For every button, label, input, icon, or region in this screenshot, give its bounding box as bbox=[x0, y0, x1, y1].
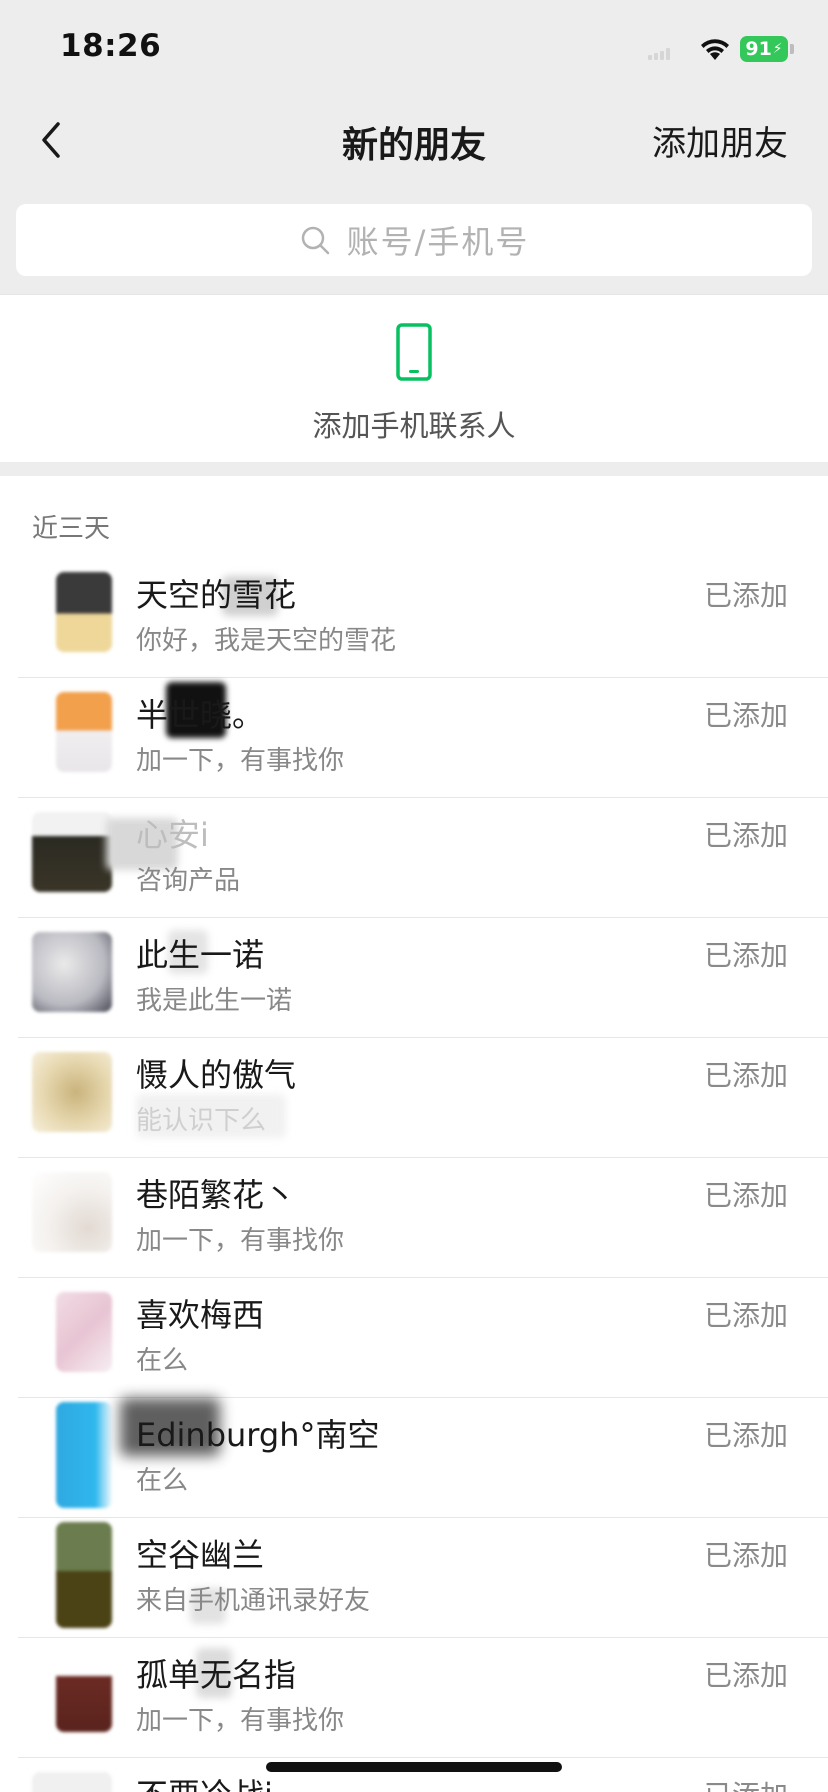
battery-cap bbox=[790, 44, 794, 54]
search-icon bbox=[301, 226, 329, 255]
request-status: 已添加 bbox=[703, 1059, 788, 1092]
request-status: 已添加 bbox=[703, 819, 788, 852]
search-input[interactable]: 账号/手机号 bbox=[16, 204, 812, 276]
avatar bbox=[56, 1652, 112, 1732]
avatar bbox=[32, 1172, 112, 1252]
avatar bbox=[56, 692, 112, 772]
avatar bbox=[32, 932, 112, 1012]
friend-request-row[interactable]: 慑人的傲气 能认识下么 已添加 bbox=[0, 1038, 828, 1158]
request-status: 已添加 bbox=[703, 1659, 788, 1692]
search-area: 账号/手机号 bbox=[0, 184, 828, 294]
request-message: 加一下，有事找你 bbox=[136, 1706, 345, 1736]
request-name: 心安i bbox=[136, 816, 209, 854]
battery-level: 91 bbox=[745, 38, 772, 60]
request-message: 来自手机通讯录好友 bbox=[136, 1586, 371, 1616]
request-status: 已添加 bbox=[703, 1539, 788, 1572]
status-bar: 18:26 91 ⚡ bbox=[0, 0, 828, 96]
friend-request-row[interactable]: Edinburgh°南空 在么 已添加 bbox=[0, 1398, 828, 1518]
request-message: 咨询产品 bbox=[136, 866, 241, 896]
request-status: 已添加 bbox=[704, 1774, 788, 1792]
request-message: 加一下，有事找你 bbox=[136, 1226, 345, 1256]
friend-request-row[interactable]: 半世晓。 加一下，有事找你 已添加 bbox=[0, 678, 828, 798]
request-message: 你好，我是天空的雪花 bbox=[136, 626, 397, 656]
request-name: 天空的雪花 bbox=[136, 576, 297, 614]
mobile-phone-icon bbox=[396, 323, 432, 381]
home-indicator[interactable] bbox=[266, 1762, 562, 1772]
request-status: 已添加 bbox=[703, 699, 788, 732]
section-header-recent: 近三天 bbox=[32, 514, 111, 544]
request-status: 已添加 bbox=[703, 579, 788, 612]
request-message: 加一下，有事找你 bbox=[136, 746, 345, 776]
friend-request-row[interactable]: 巷陌繁花丶 加一下，有事找你 已添加 bbox=[0, 1158, 828, 1278]
request-name: 孤单无名指 bbox=[136, 1656, 297, 1694]
request-message: 在么 bbox=[136, 1466, 189, 1496]
friend-request-row[interactable]: 心安i 咨询产品 已添加 bbox=[0, 798, 828, 918]
cellular-signal-icon bbox=[648, 48, 670, 60]
avatar bbox=[32, 1052, 112, 1132]
request-name: 此生一诺 bbox=[136, 936, 265, 974]
request-message: 我是此生一诺 bbox=[136, 986, 293, 1016]
avatar bbox=[56, 1292, 112, 1372]
friend-request-row[interactable]: 喜欢梅西 在么 已添加 bbox=[0, 1278, 828, 1398]
request-name: 慑人的傲气 bbox=[136, 1056, 297, 1094]
request-status: 已添加 bbox=[703, 939, 788, 972]
add-phone-contacts-entry[interactable]: 添加手机联系人 bbox=[0, 294, 828, 462]
avatar bbox=[56, 1522, 112, 1628]
status-time: 18:26 bbox=[60, 28, 162, 64]
request-status: 已添加 bbox=[703, 1419, 788, 1452]
friend-request-row[interactable]: 空谷幽兰 来自手机通讯录好友 已添加 bbox=[0, 1518, 828, 1638]
request-name: Edinburgh°南空 bbox=[136, 1416, 380, 1454]
request-name: 不要冷战i bbox=[136, 1770, 273, 1792]
wifi-icon bbox=[701, 39, 729, 60]
request-name: 巷陌繁花丶 bbox=[136, 1176, 297, 1214]
nav-bar: 新的朋友 添加朋友 bbox=[0, 96, 828, 184]
friend-request-list: 近三天 天空的雪花 你好，我是天空的雪花 已添加 半世晓。 加一下，有事找你 已… bbox=[0, 476, 828, 1792]
request-name: 空谷幽兰 bbox=[136, 1536, 265, 1574]
request-status: 已添加 bbox=[703, 1179, 788, 1212]
friend-request-row[interactable]: 天空的雪花 你好，我是天空的雪花 已添加 bbox=[0, 558, 828, 678]
search-placeholder: 账号/手机号 bbox=[346, 223, 530, 261]
friend-request-row[interactable]: 孤单无名指 加一下，有事找你 已添加 bbox=[0, 1638, 828, 1758]
avatar bbox=[56, 572, 112, 652]
request-message: 能认识下么 bbox=[136, 1106, 267, 1136]
request-name: 喜欢梅西 bbox=[136, 1296, 265, 1334]
friend-request-row[interactable]: 此生一诺 我是此生一诺 已添加 bbox=[0, 918, 828, 1038]
add-friend-button[interactable]: 添加朋友 bbox=[652, 116, 788, 165]
avatar bbox=[32, 1772, 112, 1792]
request-message: 在么 bbox=[136, 1346, 189, 1376]
request-name: 半世晓。 bbox=[136, 696, 265, 734]
battery-icon: 91 ⚡ bbox=[740, 36, 788, 62]
avatar bbox=[56, 1402, 112, 1508]
add-phone-contacts-label: 添加手机联系人 bbox=[312, 409, 516, 443]
request-status: 已添加 bbox=[703, 1299, 788, 1332]
avatar bbox=[32, 812, 112, 892]
